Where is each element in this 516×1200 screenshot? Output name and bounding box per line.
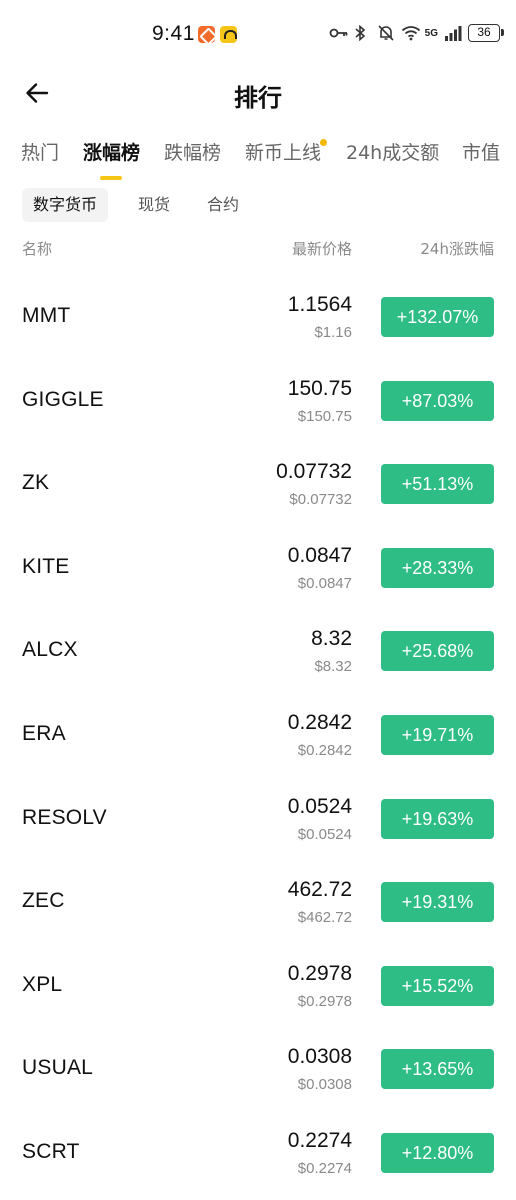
list-item[interactable]: ERA 0.2842 $0.2842 +19.71% [0, 694, 516, 778]
usd-price: $0.0308 [297, 1076, 352, 1094]
page-title: 排行 [234, 84, 282, 112]
coin-symbol: MMT [22, 304, 71, 327]
last-price: 8.32 [311, 627, 352, 651]
usd-price: $0.0847 [297, 574, 352, 592]
subtab-crypto[interactable]: 数字货币 [22, 188, 109, 222]
change-badge: +51.13% [381, 464, 494, 505]
subtab-spot[interactable]: 现货 [127, 188, 181, 222]
change-badge: +13.65% [381, 1049, 494, 1090]
list-item[interactable]: GIGGLE 150.75 $150.75 +87.03% [0, 360, 516, 444]
app-notification-icon [198, 26, 215, 43]
change-badge: +12.80% [381, 1132, 494, 1173]
usd-price: $8.32 [314, 658, 352, 676]
change-badge: +19.63% [381, 798, 494, 839]
last-price: 1.1564 [287, 293, 352, 316]
list-item[interactable]: SCRT 0.2274 $0.2274 +12.80% [0, 1112, 516, 1196]
header: 排行 [0, 70, 516, 120]
list-item[interactable]: MMT 1.1564 $1.16 +132.07% [0, 276, 516, 360]
status-bar: 9:41 5G 36 [0, 0, 516, 70]
last-price: 150.75 [287, 376, 352, 400]
mute-icon [377, 24, 395, 42]
list-item[interactable]: RESOLV 0.0524 $0.0524 +19.63% [0, 778, 516, 862]
list-item[interactable]: USUAL 0.0308 $0.0308 +13.65% [0, 1028, 516, 1112]
status-time: 9:41 [152, 22, 195, 45]
last-price: 0.2274 [287, 1128, 352, 1152]
usd-price: $150.75 [297, 407, 352, 425]
change-badge: +15.52% [381, 965, 494, 1006]
coin-symbol: ALCX [22, 638, 78, 662]
coin-symbol: RESOLV [22, 805, 107, 829]
tab-gainers[interactable]: 涨幅榜 [83, 138, 140, 165]
change-badge: +87.03% [381, 380, 494, 421]
coin-symbol: KITE [22, 554, 70, 578]
active-tab-indicator [100, 176, 122, 180]
last-price: 0.0847 [287, 543, 352, 567]
usd-price: $0.07732 [289, 491, 352, 509]
last-price: 0.0308 [287, 1045, 352, 1069]
usd-price: $1.16 [314, 324, 352, 341]
coin-symbol: XPL [22, 972, 63, 996]
tab-new-listings[interactable]: 新币上线 [245, 138, 321, 165]
coin-symbol: GIGGLE [22, 387, 104, 411]
list-item[interactable]: ZK 0.07732 $0.07732 +51.13% [0, 443, 516, 527]
signal-icon [444, 24, 462, 42]
status-icons: 5G 36 [329, 24, 504, 42]
change-badge: +19.31% [381, 882, 494, 923]
tab-24h-volume[interactable]: 24h成交额 [346, 138, 439, 165]
tab-market-cap[interactable]: 市值 [462, 138, 500, 165]
usd-price: $462.72 [297, 909, 352, 927]
coin-symbol: USUAL [22, 1056, 94, 1080]
usd-price: $0.2842 [297, 741, 352, 759]
last-price: 462.72 [287, 878, 352, 902]
coin-symbol: ZEC [22, 889, 65, 913]
last-price: 0.0524 [287, 794, 352, 818]
subtab-futures[interactable]: 合约 [196, 188, 250, 222]
last-price: 0.2842 [287, 710, 352, 734]
last-price: 0.07732 [276, 460, 352, 484]
list-item[interactable]: KITE 0.0847 $0.0847 +28.33% [0, 527, 516, 611]
new-badge-dot [320, 139, 327, 146]
usd-price: $0.0524 [297, 825, 352, 843]
usd-price: $0.2978 [297, 992, 352, 1010]
main-tabs: 热门 涨幅榜 跌幅榜 新币上线 24h成交额 市值 [0, 138, 516, 182]
list-item[interactable]: ALCX 8.32 $8.32 +25.68% [0, 610, 516, 694]
battery-icon: 36 [468, 24, 504, 42]
bluetooth-icon [353, 24, 371, 42]
ranking-list: MMT 1.1564 $1.16 +132.07% GIGGLE 150.75 … [0, 276, 516, 1196]
usd-price: $0.2274 [297, 1159, 352, 1177]
change-badge: +132.07% [381, 297, 494, 337]
tab-losers[interactable]: 跌幅榜 [164, 138, 221, 165]
list-item[interactable]: ZEC 462.72 $462.72 +19.31% [0, 861, 516, 945]
app-notification-icon [220, 26, 237, 43]
change-badge: +19.71% [381, 714, 494, 755]
sub-tabs: 数字货币 现货 合约 [0, 188, 516, 224]
column-header-price[interactable]: 最新价格 [292, 238, 352, 259]
last-price: 0.2978 [287, 961, 352, 985]
change-badge: +28.33% [381, 547, 494, 588]
network-type: 5G [424, 27, 438, 39]
tab-hot[interactable]: 热门 [21, 138, 59, 165]
column-header-name: 名称 [22, 240, 53, 258]
list-item[interactable]: XPL 0.2978 $0.2978 +15.52% [0, 945, 516, 1029]
coin-symbol: SCRT [22, 1139, 80, 1163]
change-badge: +25.68% [381, 631, 494, 672]
wifi-icon [401, 24, 420, 42]
coin-symbol: ZK [22, 471, 50, 495]
coin-symbol: ERA [22, 721, 66, 745]
key-icon [329, 24, 348, 42]
column-header-change[interactable]: 24h涨跌幅 [420, 238, 494, 259]
